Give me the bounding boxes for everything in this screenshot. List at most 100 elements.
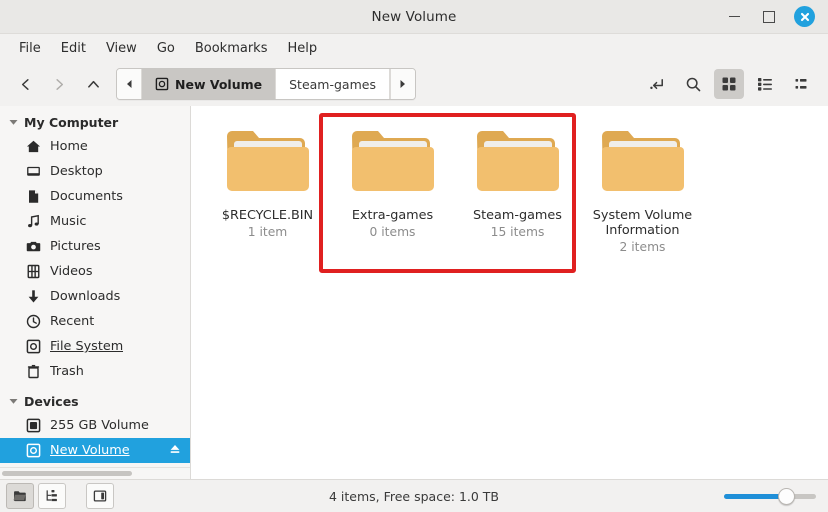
scrollbar-thumb[interactable] [2, 471, 132, 476]
titlebar: New Volume [0, 0, 828, 34]
home-icon [26, 139, 41, 154]
breadcrumb-scroll-right[interactable] [389, 69, 415, 99]
sidebar-horizontal-scrollbar[interactable] [0, 467, 190, 479]
clock-icon [26, 314, 41, 329]
sidebar-item-videos[interactable]: Videos [0, 259, 190, 284]
sidebar-item-home[interactable]: Home [0, 134, 190, 159]
sidebar-item-trash[interactable]: Trash [0, 359, 190, 384]
file-grid: $RECYCLE.BIN 1 item Extra-games 0 items [191, 106, 828, 255]
film-icon [26, 264, 41, 279]
up-button[interactable] [76, 69, 110, 99]
drive-icon [26, 339, 41, 354]
grid-view-icon [722, 77, 736, 91]
file-name: System Volume Information [592, 208, 693, 238]
close-icon [800, 12, 809, 21]
eject-icon[interactable] [168, 442, 182, 460]
drive-icon [155, 77, 169, 91]
triangle-right-icon [400, 80, 406, 88]
folder-icon [223, 124, 313, 200]
document-icon [26, 189, 41, 204]
sidebar-item-pictures[interactable]: Pictures [0, 234, 190, 259]
chevron-left-icon [21, 78, 29, 90]
sidebar-item-label: File System [50, 339, 124, 354]
sidebar-toggle-icon [93, 490, 107, 502]
breadcrumb-scroll-left[interactable] [117, 69, 142, 99]
file-item-extra-games[interactable]: Extra-games 0 items [330, 120, 455, 255]
file-count: 0 items [369, 225, 416, 239]
trash-icon [26, 364, 41, 379]
forward-button[interactable] [42, 69, 76, 99]
menu-bookmarks[interactable]: Bookmarks [186, 38, 277, 59]
file-name: Extra-games [351, 208, 434, 223]
file-item-system-volume-information[interactable]: System Volume Information 2 items [580, 120, 705, 255]
sidebar-item-label: Documents [50, 189, 123, 204]
toggle-sidebar-button[interactable] [86, 483, 114, 509]
sidebar-item-new-volume[interactable]: New Volume [0, 438, 190, 463]
menu-go[interactable]: Go [148, 38, 184, 59]
menu-view[interactable]: View [97, 38, 146, 59]
status-text: 4 items, Free space: 1.0 TB [328, 488, 500, 504]
tree-icon [46, 490, 57, 502]
desktop-icon [26, 164, 41, 179]
folder-icon [348, 124, 438, 200]
sidebar-item-recent[interactable]: Recent [0, 309, 190, 334]
tree-view-button[interactable] [38, 483, 66, 509]
menu-file[interactable]: File [10, 38, 50, 59]
menu-help[interactable]: Help [278, 38, 326, 59]
slider-knob[interactable] [777, 487, 795, 505]
window-title: New Volume [371, 8, 457, 25]
sidebar-item-label: Recent [50, 314, 95, 329]
sidebar-item-label: Home [50, 139, 88, 154]
menu-edit[interactable]: Edit [52, 38, 95, 59]
chevron-right-icon [55, 78, 63, 90]
chevron-up-icon [87, 80, 99, 88]
open-folder-button[interactable] [6, 483, 34, 509]
sidebar-item-file-system[interactable]: File System [0, 334, 190, 359]
breadcrumb-item-new-volume[interactable]: New Volume [142, 69, 277, 99]
camera-icon [26, 239, 41, 254]
file-item-steam-games[interactable]: Steam-games 15 items [455, 120, 580, 255]
compact-view-button[interactable] [786, 69, 816, 99]
music-note-icon [26, 214, 41, 229]
sidebar-group-my-computer[interactable]: My Computer [0, 111, 190, 134]
sidebar-item-label: Videos [50, 264, 93, 279]
icon-view-button[interactable] [714, 69, 744, 99]
sidebar-item-label: New Volume [50, 443, 130, 458]
file-count: 2 items [619, 240, 666, 254]
sidebar-item-255-gb-volume[interactable]: 255 GB Volume [0, 413, 190, 438]
download-arrow-icon [26, 289, 41, 304]
sidebar-item-desktop[interactable]: Desktop [0, 159, 190, 184]
sidebar-item-label: Desktop [50, 164, 103, 179]
chevron-down-icon [8, 398, 18, 405]
path-entry-toggle-button[interactable] [642, 69, 672, 99]
list-view-button[interactable] [750, 69, 780, 99]
breadcrumb-label: New Volume [175, 76, 263, 92]
close-button[interactable] [794, 6, 815, 27]
slider-fill [724, 493, 785, 499]
sidebar-item-music[interactable]: Music [0, 209, 190, 234]
sidebar-item-label: Trash [50, 364, 84, 379]
maximize-button[interactable] [760, 8, 777, 25]
file-grid-area[interactable]: $RECYCLE.BIN 1 item Extra-games 0 items [191, 106, 828, 479]
open-folder-icon [13, 491, 26, 502]
breadcrumb-item-steam-games[interactable]: Steam-games [276, 69, 390, 99]
sidebar-group-devices[interactable]: Devices [0, 390, 190, 413]
sidebar-item-documents[interactable]: Documents [0, 184, 190, 209]
list-view-icon [758, 78, 772, 91]
sidebar-item-downloads[interactable]: Downloads [0, 284, 190, 309]
toolbar-right-buttons [642, 69, 816, 99]
toolbar: New Volume Steam-games [0, 62, 828, 106]
minimize-button[interactable] [726, 8, 743, 25]
file-name: Steam-games [473, 208, 562, 223]
main-body: My Computer Home Desktop Documents Music… [0, 106, 828, 479]
breadcrumb-label: Steam-games [289, 76, 376, 92]
path-entry-icon [649, 78, 663, 89]
search-button[interactable] [678, 69, 708, 99]
zoom-slider[interactable] [724, 487, 816, 505]
window-controls [726, 6, 828, 27]
sidebar-item-label: 255 GB Volume [50, 418, 149, 433]
drive-icon [26, 443, 41, 458]
file-item-recycle-bin[interactable]: $RECYCLE.BIN 1 item [205, 120, 330, 255]
sidebar: My Computer Home Desktop Documents Music… [0, 106, 191, 479]
back-button[interactable] [8, 69, 42, 99]
